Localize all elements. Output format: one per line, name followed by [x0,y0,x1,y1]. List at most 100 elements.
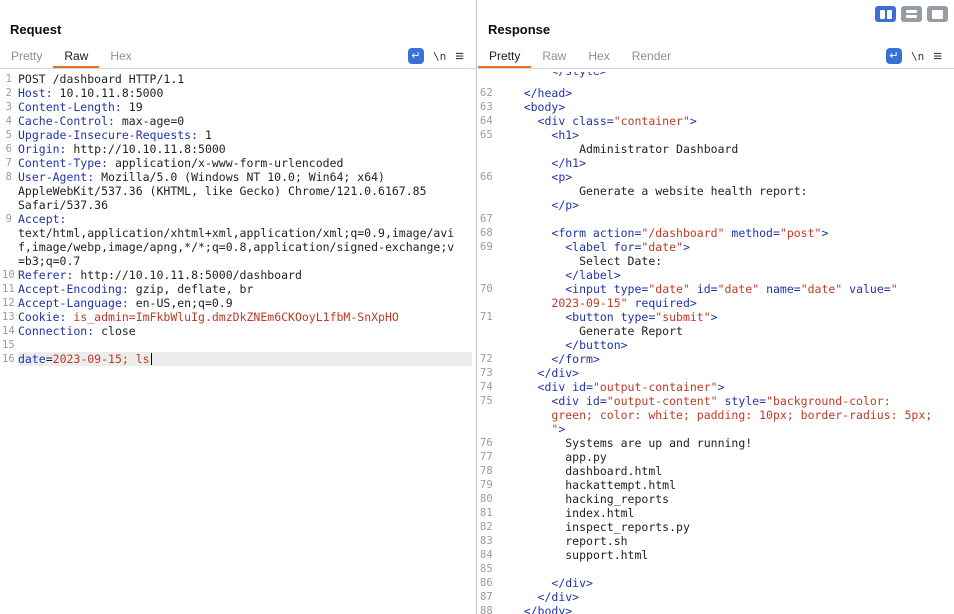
line-number: 78 [480,465,493,477]
line-number: 73 [480,367,493,379]
tab-raw[interactable]: Raw [531,44,577,68]
code-line[interactable]: 12 Accept-Language: en-US,en;q=0.9 [2,296,472,310]
line-number: 68 [480,227,493,239]
show-newlines-icon[interactable]: \n [911,50,924,63]
code-line[interactable]: 11 Accept-Encoding: gzip, deflate, br [2,282,472,296]
tab-hex[interactable]: Hex [577,44,620,68]
line-content: Connection: close [18,324,136,338]
line-number: 6 [5,143,12,155]
line-content: User-Agent: Mozilla/5.0 (Windows NT 10.0… [18,170,427,212]
line-number: 65 [480,129,493,141]
line-number: 77 [480,451,493,463]
word-wrap-icon[interactable]: ↵ [885,48,902,64]
layout-columns-button[interactable] [875,6,896,22]
tab-pretty[interactable]: Pretty [0,44,53,68]
code-line[interactable]: 79 hackattempt.html [480,478,950,492]
line-content: hacking_reports [496,492,670,506]
code-line[interactable]: 81 index.html [480,506,950,520]
code-line[interactable]: 88 </body> [480,604,950,614]
line-content: index.html [496,506,635,520]
code-line[interactable]: 10 Referer: http://10.10.11.8:5000/dashbo… [2,268,472,282]
code-line[interactable]: 68 <form action="/dashboard" method="pos… [480,226,950,240]
line-number: 84 [480,549,493,561]
line-content: </form> [551,352,600,366]
code-line[interactable]: 64 <div class="container"> [480,114,950,128]
line-content: POST /dashboard HTTP/1.1 [18,72,185,86]
line-number: 14 [2,325,15,337]
layout-rows-button[interactable] [901,6,922,22]
code-line[interactable]: 67 [480,212,950,226]
tab-render[interactable]: Render [621,44,682,68]
code-line[interactable]: 80 hacking_reports [480,492,950,506]
code-line[interactable]: 9 Accept: text/html,application/xhtml+xml… [2,212,472,268]
line-number: 75 [480,395,493,407]
tab-pretty[interactable]: Pretty [478,44,531,68]
code-line[interactable]: 6 Origin: http://10.10.11.8:5000 [2,142,472,156]
editor-menu-icon[interactable]: ≡ [455,48,464,65]
tab-hex[interactable]: Hex [99,44,142,68]
code-line[interactable]: 14 Connection: close [2,324,472,338]
line-number: 71 [480,311,493,323]
code-line[interactable]: 74 <div id="output-container"> [480,380,950,394]
response_panel-tabs: Pretty Raw Hex Render [478,44,682,68]
line-number: 1 [5,73,12,85]
code-line[interactable]: 65 <h1> Administrator Dashboard </h1> [480,128,950,170]
code-line[interactable]: 85 [480,562,950,576]
code-line[interactable]: 62 </head> [480,86,950,100]
line-content: <div id="output-content" style="backgrou… [551,394,933,436]
code-line[interactable]: 83 report.sh [480,534,950,548]
line-content: Content-Type: application/x-www-form-url… [18,156,344,170]
code-line[interactable]: 4 Cache-Control: max-age=0 [2,114,472,128]
code-line[interactable]: 71 <button type="submit"> Generate Repor… [480,310,950,352]
request_panel-lines[interactable]: 1 POST /dashboard HTTP/1.1 2 Host: 10.10.11… [0,69,476,366]
line-number: 87 [480,591,493,603]
code-line[interactable]: 73 </div> [480,366,950,380]
code-line[interactable]: 1 POST /dashboard HTTP/1.1 [2,72,472,86]
code-line[interactable]: 86 </div> [480,576,950,590]
rows-icon [906,10,917,13]
code-line[interactable]: 66 <p> Generate a website health report:… [480,170,950,212]
line-content: Accept-Language: en-US,en;q=0.9 [18,296,233,310]
code-line[interactable]: 63 <body> [480,100,950,114]
line-number: 12 [2,297,15,309]
line-number: 9 [5,213,12,225]
columns-icon [886,9,892,19]
code-line[interactable]: 75 <div id="output-content" style="backg… [480,394,950,436]
line-number [480,72,496,86]
response_panel-lines[interactable]: </style>62 </head>63 <body>64 <div class… [478,69,954,614]
code-line[interactable]: 70 <input type="date" id="date" name="da… [480,282,950,310]
code-line[interactable]: 5 Upgrade-Insecure-Requests: 1 [2,128,472,142]
line-number: 3 [5,101,12,113]
code-line[interactable]: 78 dashboard.html [480,464,950,478]
code-line[interactable]: 72 </form> [480,352,950,366]
code-line[interactable]: </style> [480,72,950,86]
rows-icon [906,15,917,18]
line-content: <button type="submit"> Generate Report <… [565,310,718,352]
code-line[interactable]: 87 </div> [480,590,950,604]
columns-icon [879,9,885,19]
line-content: </div> [537,366,580,380]
line-content: hackattempt.html [496,478,677,492]
repeater-window: Request Pretty Raw Hex ↵ \n ≡ 1 POST /dashb… [0,0,954,614]
code-line[interactable]: 7 Content-Type: application/x-www-form-ur… [2,156,472,170]
text-caret [150,353,153,365]
code-line[interactable]: 3 Content-Length: 19 [2,100,472,114]
code-line[interactable]: 8 User-Agent: Mozilla/5.0 (Windows NT 10.… [2,170,472,212]
code-line[interactable]: 13 Cookie: is_admin=ImFkbWluIg.dmzDkZNEm6… [2,310,472,324]
code-line[interactable]: 76 Systems are up and running! [480,436,950,450]
code-line[interactable]: 15 [2,338,472,352]
code-line[interactable]: 77 app.py [480,450,950,464]
code-line[interactable]: 84 support.html [480,548,950,562]
code-line[interactable]: 69 <label for="date"> Select Date: </lab… [480,240,950,282]
editor-menu-icon[interactable]: ≡ [933,48,942,65]
code-line[interactable]: 16 date=2023-09-15; ls [2,352,472,366]
layout-single-button[interactable] [927,6,948,22]
code-line[interactable]: 2 Host: 10.10.11.8:5000 [2,86,472,100]
tab-raw[interactable]: Raw [53,44,99,68]
line-content: </style> [496,72,950,86]
line-number: 15 [2,339,15,351]
code-line[interactable]: 82 inspect_reports.py [480,520,950,534]
line-number: 79 [480,479,493,491]
show-newlines-icon[interactable]: \n [433,50,446,63]
word-wrap-icon[interactable]: ↵ [407,48,424,64]
